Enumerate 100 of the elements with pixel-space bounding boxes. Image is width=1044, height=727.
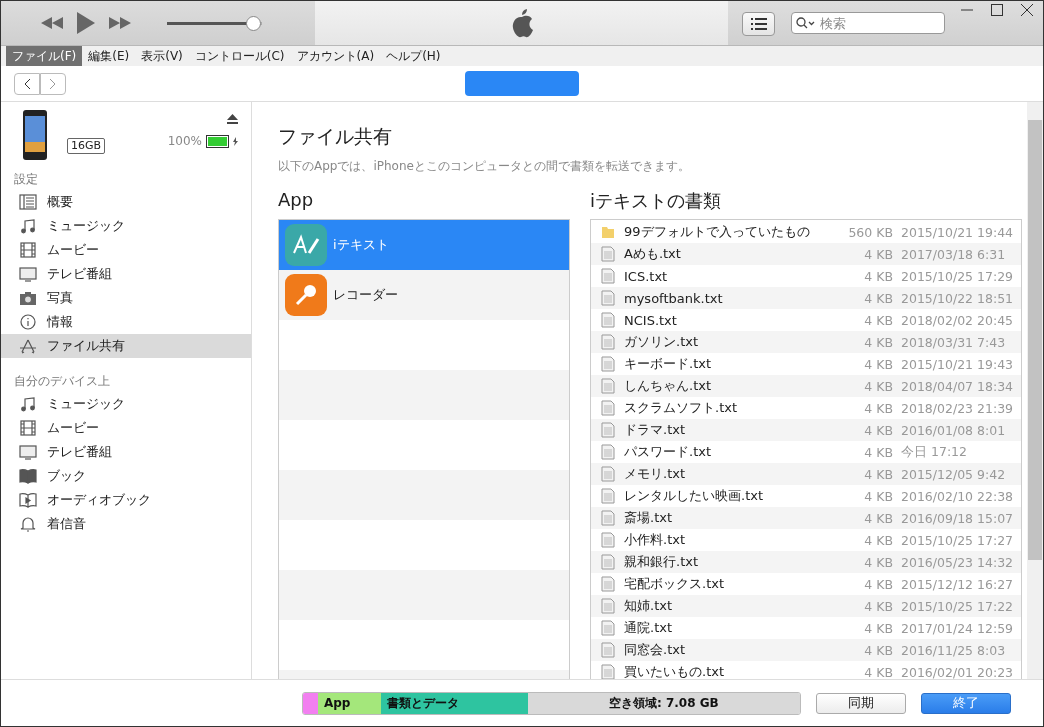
phone-icon <box>23 110 47 160</box>
scrollbar[interactable] <box>1027 102 1043 679</box>
file-date: 2018/02/23 21:39 <box>900 400 1015 416</box>
file-size: 4 KB <box>863 532 893 548</box>
storage-segment: 書類とデータ <box>380 692 528 714</box>
storage-segment: 空き領域: 7.08 GB <box>527 692 800 714</box>
file-date: 2017/03/18 6:31 <box>900 246 1007 262</box>
document-icon <box>601 510 615 526</box>
document-icon <box>601 422 615 438</box>
file-name: mysoftbank.txt <box>624 290 724 306</box>
document-icon <box>601 444 615 460</box>
audiobook-icon <box>19 492 37 508</box>
file-size: 560 KB <box>847 224 893 240</box>
sidebar-item[interactable]: ミュージック <box>1 214 251 238</box>
menu-item[interactable]: アカウント(A) <box>290 46 381 66</box>
film-icon <box>19 242 37 258</box>
file-size: 4 KB <box>863 312 893 328</box>
document-icon <box>601 598 615 614</box>
fast-forward-icon[interactable] <box>109 17 131 29</box>
app-row[interactable]: iテキスト <box>279 220 569 270</box>
folder-icon <box>601 225 615 239</box>
sidebar-heading: 自分のデバイス上 <box>13 373 111 390</box>
sidebar-item[interactable]: テレビ番組 <box>1 440 251 464</box>
charging-icon <box>233 136 238 146</box>
file-size: 4 KB <box>863 334 893 350</box>
sidebar-item[interactable]: ファイル共有 <box>1 334 251 358</box>
eject-icon[interactable] <box>227 114 238 124</box>
sidebar-item[interactable]: 写真 <box>1 286 251 310</box>
document-icon <box>601 488 615 504</box>
sidebar-item[interactable]: 着信音 <box>1 512 251 536</box>
close-icon[interactable] <box>1021 4 1033 16</box>
file-name: メモリ.txt <box>624 465 687 483</box>
file-name: 斎場.txt <box>624 509 674 527</box>
search-icon <box>796 17 816 29</box>
file-date: 2015/10/22 18:51 <box>900 290 1015 306</box>
document-icon <box>601 312 615 328</box>
apps-heading: App <box>278 189 315 212</box>
sidebar-heading: 設定 <box>13 171 39 188</box>
file-name: 小作料.txt <box>624 531 687 549</box>
bell-icon <box>19 516 37 532</box>
list-icon <box>19 194 37 210</box>
file-name: 同窓会.txt <box>624 641 687 659</box>
document-icon <box>601 576 615 592</box>
document-icon <box>601 378 615 394</box>
document-icon <box>601 246 615 262</box>
document-icon <box>601 466 615 482</box>
file-date: 2016/02/10 22:38 <box>900 488 1015 504</box>
document-icon <box>601 554 615 570</box>
rewind-icon[interactable] <box>41 17 63 29</box>
app-store-icon <box>19 338 37 354</box>
file-date: 2016/01/08 8:01 <box>900 422 1007 438</box>
sidebar-item[interactable]: ミュージック <box>1 392 251 416</box>
info-icon <box>19 314 37 330</box>
menu-item[interactable]: ファイル(F) <box>6 46 83 66</box>
file-date: 2016/05/23 14:32 <box>900 554 1015 570</box>
file-size: 4 KB <box>863 466 893 482</box>
document-icon <box>601 268 615 284</box>
file-name: ガソリン.txt <box>624 333 700 351</box>
capacity-label: 16GB <box>67 138 106 154</box>
maximize-icon[interactable] <box>991 4 1003 16</box>
menu-item[interactable]: ヘルプ(H) <box>380 46 447 66</box>
file-date: 2016/02/01 20:23 <box>900 664 1015 679</box>
sidebar-item[interactable]: オーディオブック <box>1 488 251 512</box>
document-icon <box>601 356 615 372</box>
volume-thumb[interactable] <box>246 15 262 31</box>
music-note-icon <box>19 396 37 412</box>
sidebar-item[interactable]: ムービー <box>1 238 251 262</box>
document-icon <box>601 642 615 658</box>
file-size: 4 KB <box>863 488 893 504</box>
sync-button[interactable]: 同期 <box>816 692 906 714</box>
file-date: 2015/12/05 9:42 <box>900 466 1007 482</box>
file-size: 4 KB <box>863 400 893 416</box>
file-name: ICS.txt <box>624 268 669 284</box>
file-date: 2015/10/21 19:44 <box>900 224 1015 240</box>
search-field[interactable]: 検索 <box>791 12 945 34</box>
camera-icon <box>19 290 37 306</box>
file-date: 2015/10/25 17:22 <box>900 598 1015 614</box>
file-name: レンタルしたい映画.txt <box>624 487 765 505</box>
menu-item[interactable]: コントロール(C) <box>188 46 291 66</box>
sidebar-item[interactable]: テレビ番組 <box>1 262 251 286</box>
file-name: キーボード.txt <box>624 355 713 373</box>
file-date: 2015/10/21 19:43 <box>900 356 1015 372</box>
menu-item[interactable]: 編集(E) <box>82 46 136 66</box>
sidebar-item[interactable]: 情報 <box>1 310 251 334</box>
file-size: 4 KB <box>863 554 893 570</box>
play-icon[interactable] <box>77 12 95 34</box>
description-text: 以下のAppでは、iPhoneとこのコンピュータとの間で書類を転送できます。 <box>278 158 691 175</box>
sidebar-item[interactable]: 概要 <box>1 190 251 214</box>
file-size: 4 KB <box>863 268 893 284</box>
chevron-right-icon <box>49 77 57 90</box>
menu-item[interactable]: 表示(V) <box>135 46 189 66</box>
file-size: 4 KB <box>863 246 893 262</box>
list-view-button[interactable] <box>742 12 775 36</box>
file-size: 4 KB <box>863 422 893 438</box>
documents-heading: iテキストの書類 <box>590 189 722 213</box>
file-name: 99デフォルトで入っていたもの <box>624 223 811 241</box>
sidebar-item[interactable]: ムービー <box>1 416 251 440</box>
document-icon <box>601 400 615 416</box>
sidebar-item[interactable]: ブック <box>1 464 251 488</box>
app-row[interactable]: レコーダー <box>279 270 569 320</box>
